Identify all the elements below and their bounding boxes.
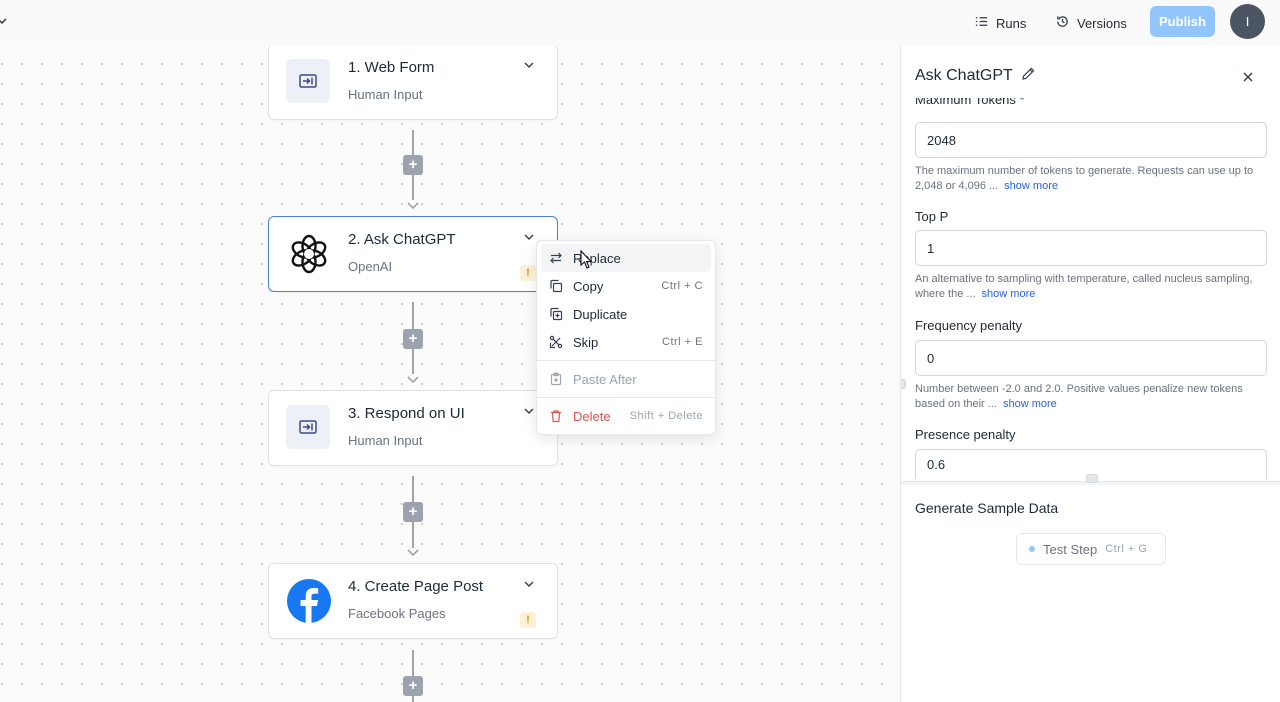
history-icon [1055, 14, 1070, 32]
openai-logo-icon [286, 231, 332, 277]
test-step-button[interactable]: Test Step Ctrl + G [1016, 533, 1166, 565]
field-label: Frequency penalty [915, 318, 1022, 333]
panel-title: Ask ChatGPT [915, 67, 1013, 84]
step-title: 1. Web Form [348, 59, 435, 76]
menu-item-skip[interactable]: Skip Ctrl + E [541, 328, 711, 356]
shortcut-label: Shift + Delete [629, 410, 703, 422]
step-subtitle: Human Input [348, 433, 423, 448]
versions-button[interactable]: Versions [1055, 8, 1127, 38]
chevron-down-icon[interactable] [521, 403, 537, 419]
menu-item-replace[interactable]: Replace [541, 244, 711, 272]
add-step-button[interactable]: + [403, 676, 423, 696]
flow-canvas[interactable]: 1. Web Form Human Input + 2. Ask ChatGPT… [0, 46, 900, 702]
close-icon[interactable] [1239, 68, 1257, 86]
chevron-down-icon[interactable] [521, 229, 537, 245]
trash-icon [549, 409, 563, 423]
panel-header: Ask ChatGPT [915, 66, 1036, 86]
step-card-create-page-post[interactable]: 4. Create Page Post Facebook Pages ! [268, 563, 558, 639]
chevron-down-icon[interactable] [521, 576, 537, 592]
warning-badge: ! [520, 265, 536, 281]
status-dot [1029, 546, 1035, 552]
field-label: Top P [915, 209, 949, 224]
menu-item-paste-after[interactable]: Paste After [541, 365, 711, 393]
panel-resize-handle[interactable] [901, 379, 906, 389]
step-title: 3. Respond on UI [348, 405, 465, 422]
top-bar: Runs Versions Publish I [0, 0, 1280, 46]
copy-icon [549, 279, 563, 293]
menu-item-label: Skip [573, 334, 599, 350]
skip-icon [549, 335, 563, 349]
runs-label: Runs [996, 15, 1027, 31]
step-card-web-form[interactable]: 1. Web Form Human Input [268, 46, 558, 120]
form-input-icon [286, 59, 330, 103]
show-more-link[interactable]: show more [1003, 398, 1057, 410]
field-help-text: An alternative to sampling with temperat… [915, 273, 1253, 300]
menu-divider [537, 360, 715, 361]
menu-item-label: Copy [573, 278, 604, 294]
split-resize-handle[interactable] [1086, 474, 1098, 483]
field-label: Maximum Tokens * [915, 98, 1025, 107]
add-step-button[interactable]: + [403, 329, 423, 349]
step-subtitle: Human Input [348, 87, 423, 102]
step-card-respond-on-ui[interactable]: 3. Respond on UI Human Input [268, 390, 558, 466]
menu-item-copy[interactable]: Copy Ctrl + C [541, 272, 711, 300]
arrow-down-icon [407, 197, 419, 210]
chevron-down-icon[interactable] [521, 57, 537, 73]
section-title: Generate Sample Data [915, 500, 1059, 516]
list-icon [974, 14, 989, 32]
shortcut-label: Ctrl + C [661, 280, 703, 292]
shortcut-label: Ctrl + E [662, 336, 703, 348]
field-label: Presence penalty [915, 427, 1016, 442]
shortcut-label: Ctrl + G [1105, 543, 1148, 555]
test-step-label: Test Step [1043, 541, 1098, 557]
step-settings-panel: Ask ChatGPT Maximum Tokens * 2048 The ma… [900, 46, 1280, 702]
field-help-text: Number between -2.0 and 2.0. Positive va… [915, 383, 1243, 410]
add-step-button[interactable]: + [403, 502, 423, 522]
max-tokens-input[interactable]: 2048 [915, 122, 1267, 158]
menu-divider [537, 397, 715, 398]
avatar[interactable]: I [1230, 4, 1265, 39]
frequency-penalty-input[interactable]: 0 [915, 340, 1267, 376]
facebook-logo-icon [286, 578, 332, 624]
show-more-link[interactable]: show more [982, 288, 1036, 300]
menu-item-label: Duplicate [573, 306, 628, 322]
menu-item-label: Paste After [573, 371, 637, 387]
step-card-ask-chatgpt[interactable]: 2. Ask ChatGPT OpenAI ! [268, 216, 558, 292]
versions-label: Versions [1077, 15, 1127, 31]
step-subtitle: Facebook Pages [348, 606, 446, 621]
step-title: 2. Ask ChatGPT [348, 231, 456, 248]
add-step-button[interactable]: + [403, 155, 423, 175]
paste-icon [549, 372, 563, 386]
step-title: 4. Create Page Post [348, 578, 484, 595]
replace-icon [549, 251, 563, 265]
runs-button[interactable]: Runs [974, 8, 1026, 38]
arrow-down-icon [407, 371, 419, 384]
arrow-down-icon [407, 544, 419, 557]
form-input-icon [286, 405, 330, 449]
menu-item-delete[interactable]: Delete Shift + Delete [541, 402, 711, 430]
duplicate-icon [549, 307, 563, 321]
top-p-input[interactable]: 1 [915, 230, 1267, 266]
show-more-link[interactable]: show more [1004, 180, 1058, 192]
menu-item-label: Delete [573, 408, 611, 424]
mouse-pointer-icon [580, 249, 594, 270]
menu-item-duplicate[interactable]: Duplicate [541, 300, 711, 328]
field-help-text: The maximum number of tokens to generate… [915, 165, 1254, 192]
chevron-down-icon[interactable] [0, 14, 8, 28]
publish-button[interactable]: Publish [1150, 6, 1215, 37]
step-subtitle: OpenAI [348, 259, 393, 274]
step-context-menu: Replace Copy Ctrl + C Duplicate Skip Ctr… [536, 240, 716, 435]
edit-pencil-icon[interactable] [1021, 66, 1036, 86]
warning-badge: ! [520, 612, 536, 628]
